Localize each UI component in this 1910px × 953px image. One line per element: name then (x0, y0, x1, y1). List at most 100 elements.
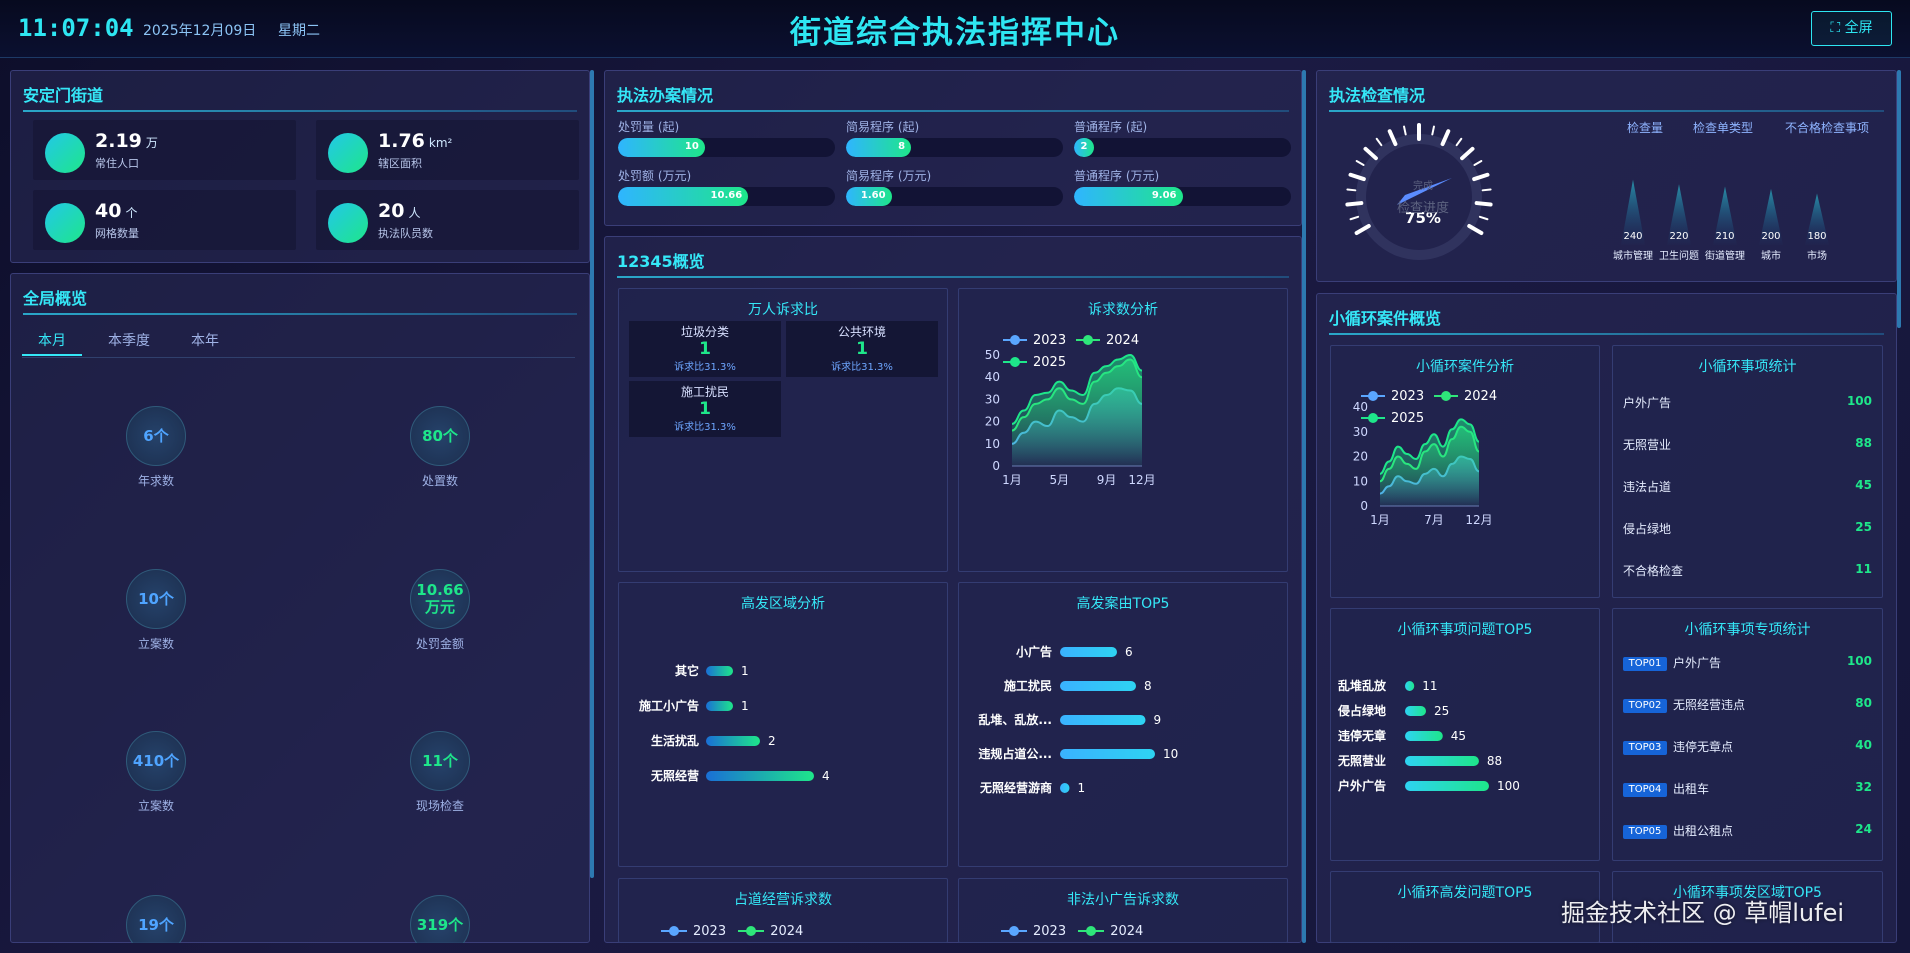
loop-high-issue-title: 小循环高发问题TOP5 (1397, 885, 1533, 901)
legend-marker (1368, 413, 1378, 423)
overview-title: 全局概览 (23, 289, 88, 308)
stat-unit: 个 (125, 206, 138, 220)
bar-value: 6 (1125, 645, 1133, 659)
case-progress-fill: 2 (1074, 138, 1094, 157)
case-progress-fill: 1.60 (846, 187, 892, 206)
legend-marker (1010, 335, 1020, 345)
case-label: 普通程序 (万元) (1074, 169, 1160, 183)
cone-label: 市场 (1807, 249, 1827, 262)
y-tick-label: 30 (1353, 425, 1368, 439)
legend-label: 2024 (1110, 923, 1144, 939)
district-panel: 安定门街道 2.19 万 常住人口 1.76 km² 辖区面积 40 个 网格数量 2… (10, 70, 590, 263)
special-item-value: 80 (1855, 696, 1872, 710)
gauge-tick (1349, 215, 1360, 221)
stat-icon (328, 133, 368, 173)
bar-value: 1 (741, 699, 749, 713)
x-tick-label: 9月 (1097, 473, 1117, 487)
case-progress-track: 8 (846, 138, 1063, 157)
right-scrollbar[interactable] (1897, 70, 1901, 328)
legend-swatch (1078, 926, 1105, 936)
bar (1060, 715, 1146, 725)
legend-item: 2024 (1078, 924, 1143, 939)
cone-label: 城市管理 (1613, 249, 1653, 262)
bar-label: 侵占绿地 (1337, 703, 1386, 718)
case-label: 简易程序 (万元) (846, 169, 932, 183)
bar (1060, 647, 1117, 657)
cone-value: 210 (1715, 231, 1734, 242)
legend-label: 2024 (770, 923, 804, 939)
bar-value: 11 (1422, 679, 1437, 693)
gauge-tick (1455, 137, 1463, 147)
stat-icon (328, 203, 368, 243)
bar-value: 25 (1434, 704, 1449, 718)
ads-title: 非法小广告诉求数 (1067, 892, 1179, 908)
tab-year[interactable]: 本年 (191, 330, 219, 350)
case-label: 处罚额 (万元) (618, 169, 692, 183)
loop-stats-title: 小循环事项统计 (1698, 359, 1797, 375)
bar-label: 无照经营游商 (979, 780, 1052, 795)
overview-value: 410个 (126, 731, 186, 791)
fullscreen-button[interactable]: ⛶ 全屏 (1811, 11, 1892, 46)
stat-value: 2.19 (95, 130, 142, 152)
page-title: 街道综合执法指挥中心 (790, 15, 1120, 51)
bar-value: 1 (741, 664, 749, 678)
ratio-percent: 诉求比31.3% (831, 362, 893, 373)
x-tick-label: 12月 (1465, 513, 1492, 527)
cone-label: 街道管理 (1705, 249, 1745, 262)
ratio-title: 万人诉求比 (748, 302, 818, 318)
bar-value: 10 (1163, 747, 1178, 761)
tab-quarter[interactable]: 本季度 (108, 330, 150, 350)
gauge-tick (1474, 201, 1493, 207)
overview-item: 10.66万元 处罚金额 (370, 569, 510, 652)
bar-label: 户外广告 (1338, 778, 1386, 793)
case-value: 8 (898, 141, 906, 152)
bar-label: 违规占道公... (978, 746, 1052, 761)
hotline-title: 12345概览 (617, 252, 705, 271)
ratio-card: 施工扰民 1 诉求比31.3% (629, 381, 781, 437)
overview-item: 19个 (86, 895, 226, 943)
stat-item-name: 户外广告 (1623, 396, 1672, 410)
trend-chart: 0 10 20 30 40 50 1月 5月 9月 12月 2023 2024 2025 (985, 333, 1156, 487)
stat-item-value: 45 (1855, 478, 1872, 492)
rank-badge: TOP02 (1623, 698, 1667, 713)
left-scrollbar[interactable] (590, 70, 594, 878)
cone-label: 城市 (1761, 249, 1781, 262)
legend-item: 2023 (661, 924, 726, 939)
case-progress-fill: 8 (846, 138, 912, 157)
bar (1060, 681, 1136, 691)
legend-item: 2024 (738, 924, 803, 939)
overview-value: 10.66万元 (410, 569, 470, 629)
cone-value: 180 (1807, 231, 1826, 242)
bar (1060, 749, 1155, 759)
bar-label: 小广告 (1016, 644, 1052, 659)
bar (1405, 781, 1489, 791)
stat-unit: 人 (408, 206, 421, 220)
bar-value: 1 (1078, 781, 1086, 795)
tab-month[interactable]: 本月 (38, 330, 66, 350)
legend-label: 2023 (1033, 923, 1067, 939)
overview-value: 10个 (126, 569, 186, 629)
divider (1329, 110, 1884, 112)
overview-label: 年求数 (137, 474, 174, 488)
stat-unit: km² (428, 136, 453, 150)
divider (23, 110, 577, 112)
y-tick-label: 0 (992, 459, 1000, 473)
special-item: TOP03 违停无章点 (1623, 738, 1733, 755)
ads-legend: 2023 2024 (1001, 921, 1151, 939)
stat-value: 40 (95, 200, 122, 222)
overview-label: 处置数 (421, 474, 458, 488)
ratio-value: 1 (856, 339, 868, 359)
case-progress-fill: 10.66 (618, 187, 749, 206)
legend-marker (1441, 391, 1451, 401)
case-progress-fill: 10 (618, 138, 705, 157)
bar-label: 无照经营 (650, 768, 699, 783)
bar (706, 736, 760, 746)
special-item: TOP01 户外广告 (1623, 654, 1721, 671)
middle-scrollbar[interactable] (1302, 70, 1306, 943)
bar-value: 8 (1144, 679, 1152, 693)
y-tick-label: 40 (985, 370, 1000, 384)
gauge-tick (1355, 160, 1365, 166)
y-tick-label: 0 (1360, 499, 1368, 513)
x-tick-label: 5月 (1049, 473, 1069, 487)
bar-label: 乱堆乱放 (1338, 678, 1387, 693)
